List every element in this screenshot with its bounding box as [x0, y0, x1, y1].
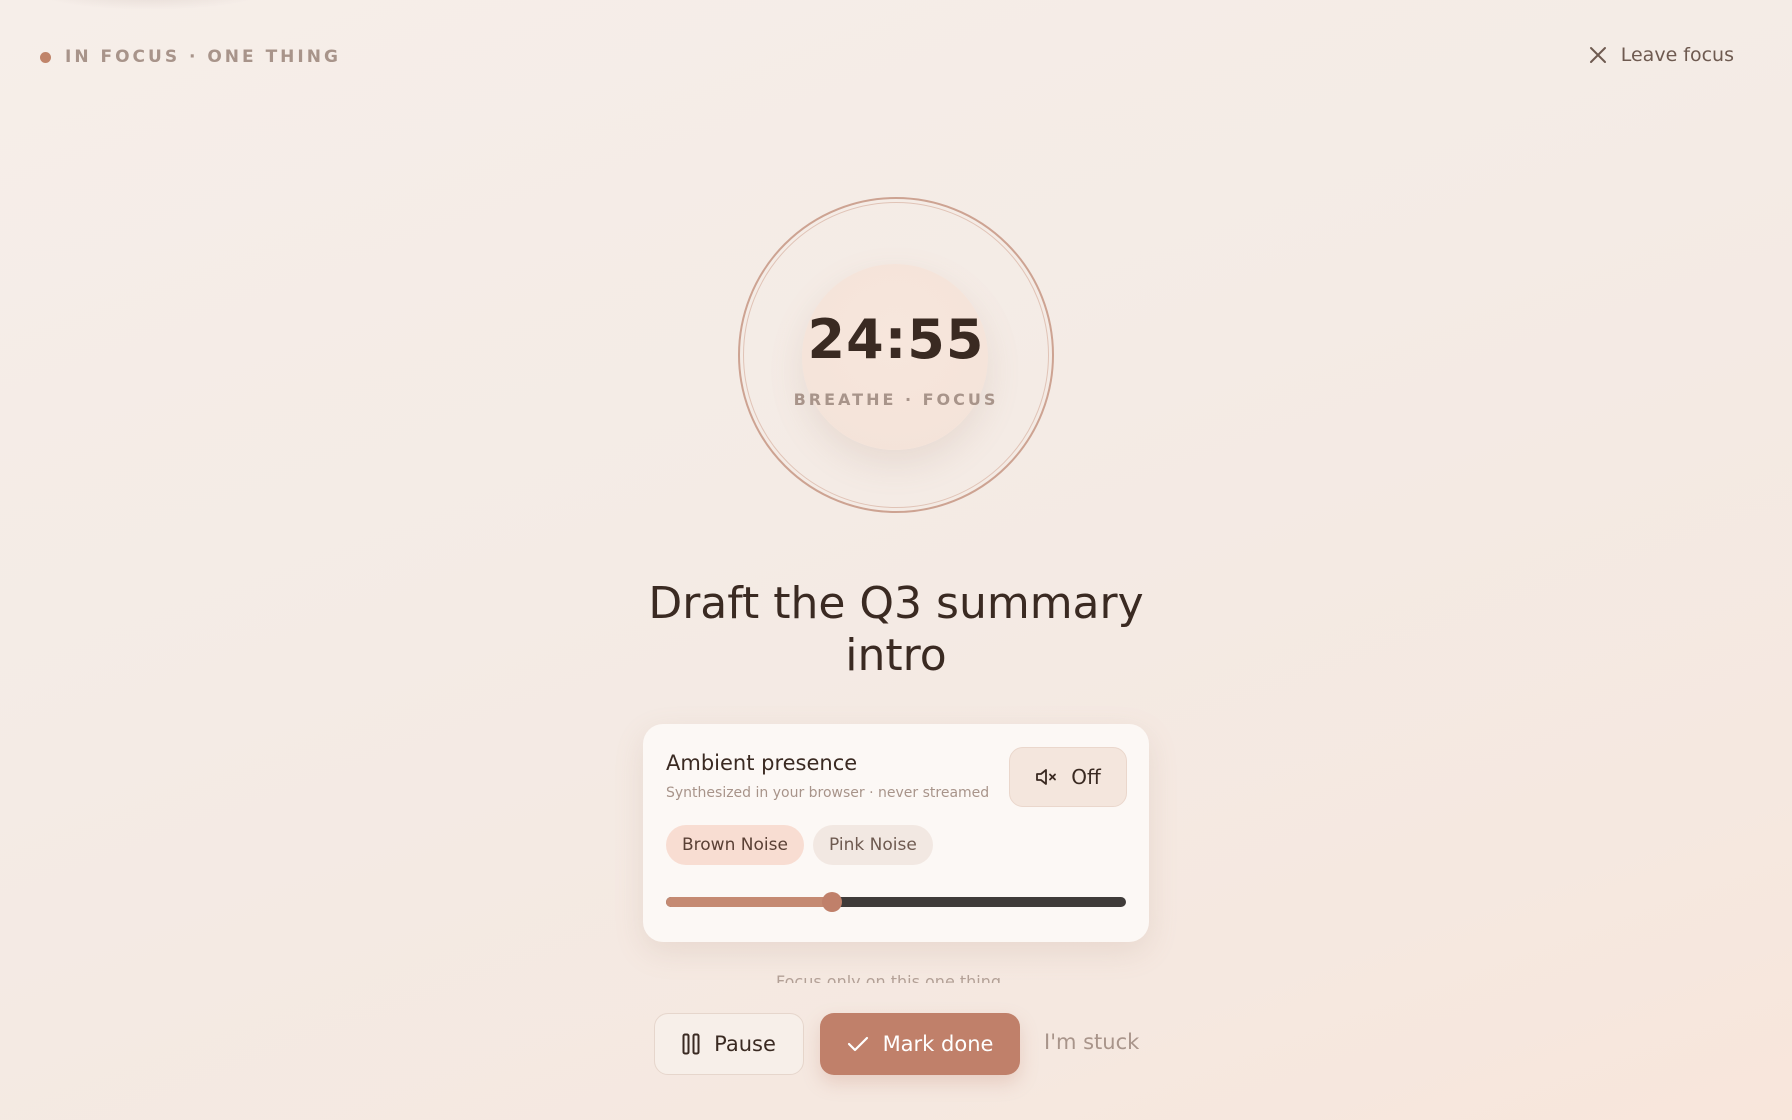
ambient-sound-card: Ambient presence Synthesized in your bro…	[643, 724, 1149, 942]
task-title: Draft the Q3 summary intro	[648, 578, 1144, 681]
close-icon	[1589, 46, 1607, 64]
volume-slider[interactable]	[666, 890, 1126, 914]
mark-done-label: Mark done	[882, 1032, 994, 1056]
focus-status: IN FOCUS · ONE THING	[40, 47, 341, 67]
speaker-muted-icon	[1035, 767, 1059, 787]
pause-button[interactable]: Pause	[654, 1013, 804, 1075]
timer-display: 24:55	[807, 308, 985, 371]
timer-subtitle: BREATHE · FOCUS	[793, 390, 999, 409]
chip-pink-noise[interactable]: Pink Noise	[813, 825, 933, 865]
status-dot-icon	[40, 51, 51, 63]
ambient-title: Ambient presence	[666, 751, 858, 775]
leave-focus-label: Leave focus	[1620, 44, 1734, 66]
focus-status-label: IN FOCUS · ONE THING	[65, 47, 341, 67]
volume-slider-fill	[666, 897, 832, 907]
ambient-subtitle: Synthesized in your browser · never stre…	[666, 785, 990, 801]
check-icon	[847, 1035, 869, 1053]
leave-focus-button[interactable]: Leave focus	[1589, 44, 1734, 66]
sound-toggle-label: Off	[1071, 765, 1101, 789]
chip-brown-noise[interactable]: Brown Noise	[666, 825, 804, 865]
sound-toggle-button[interactable]: Off	[1009, 747, 1127, 807]
pause-icon	[682, 1033, 700, 1055]
pause-label: Pause	[714, 1032, 776, 1056]
volume-slider-thumb[interactable]	[821, 892, 842, 912]
im-stuck-link[interactable]: I'm stuck	[1044, 1030, 1139, 1054]
decorative-glow	[30, 0, 270, 10]
mark-done-button[interactable]: Mark done	[820, 1013, 1020, 1075]
focus-hint: Focus only on this one thing	[776, 972, 1002, 983]
